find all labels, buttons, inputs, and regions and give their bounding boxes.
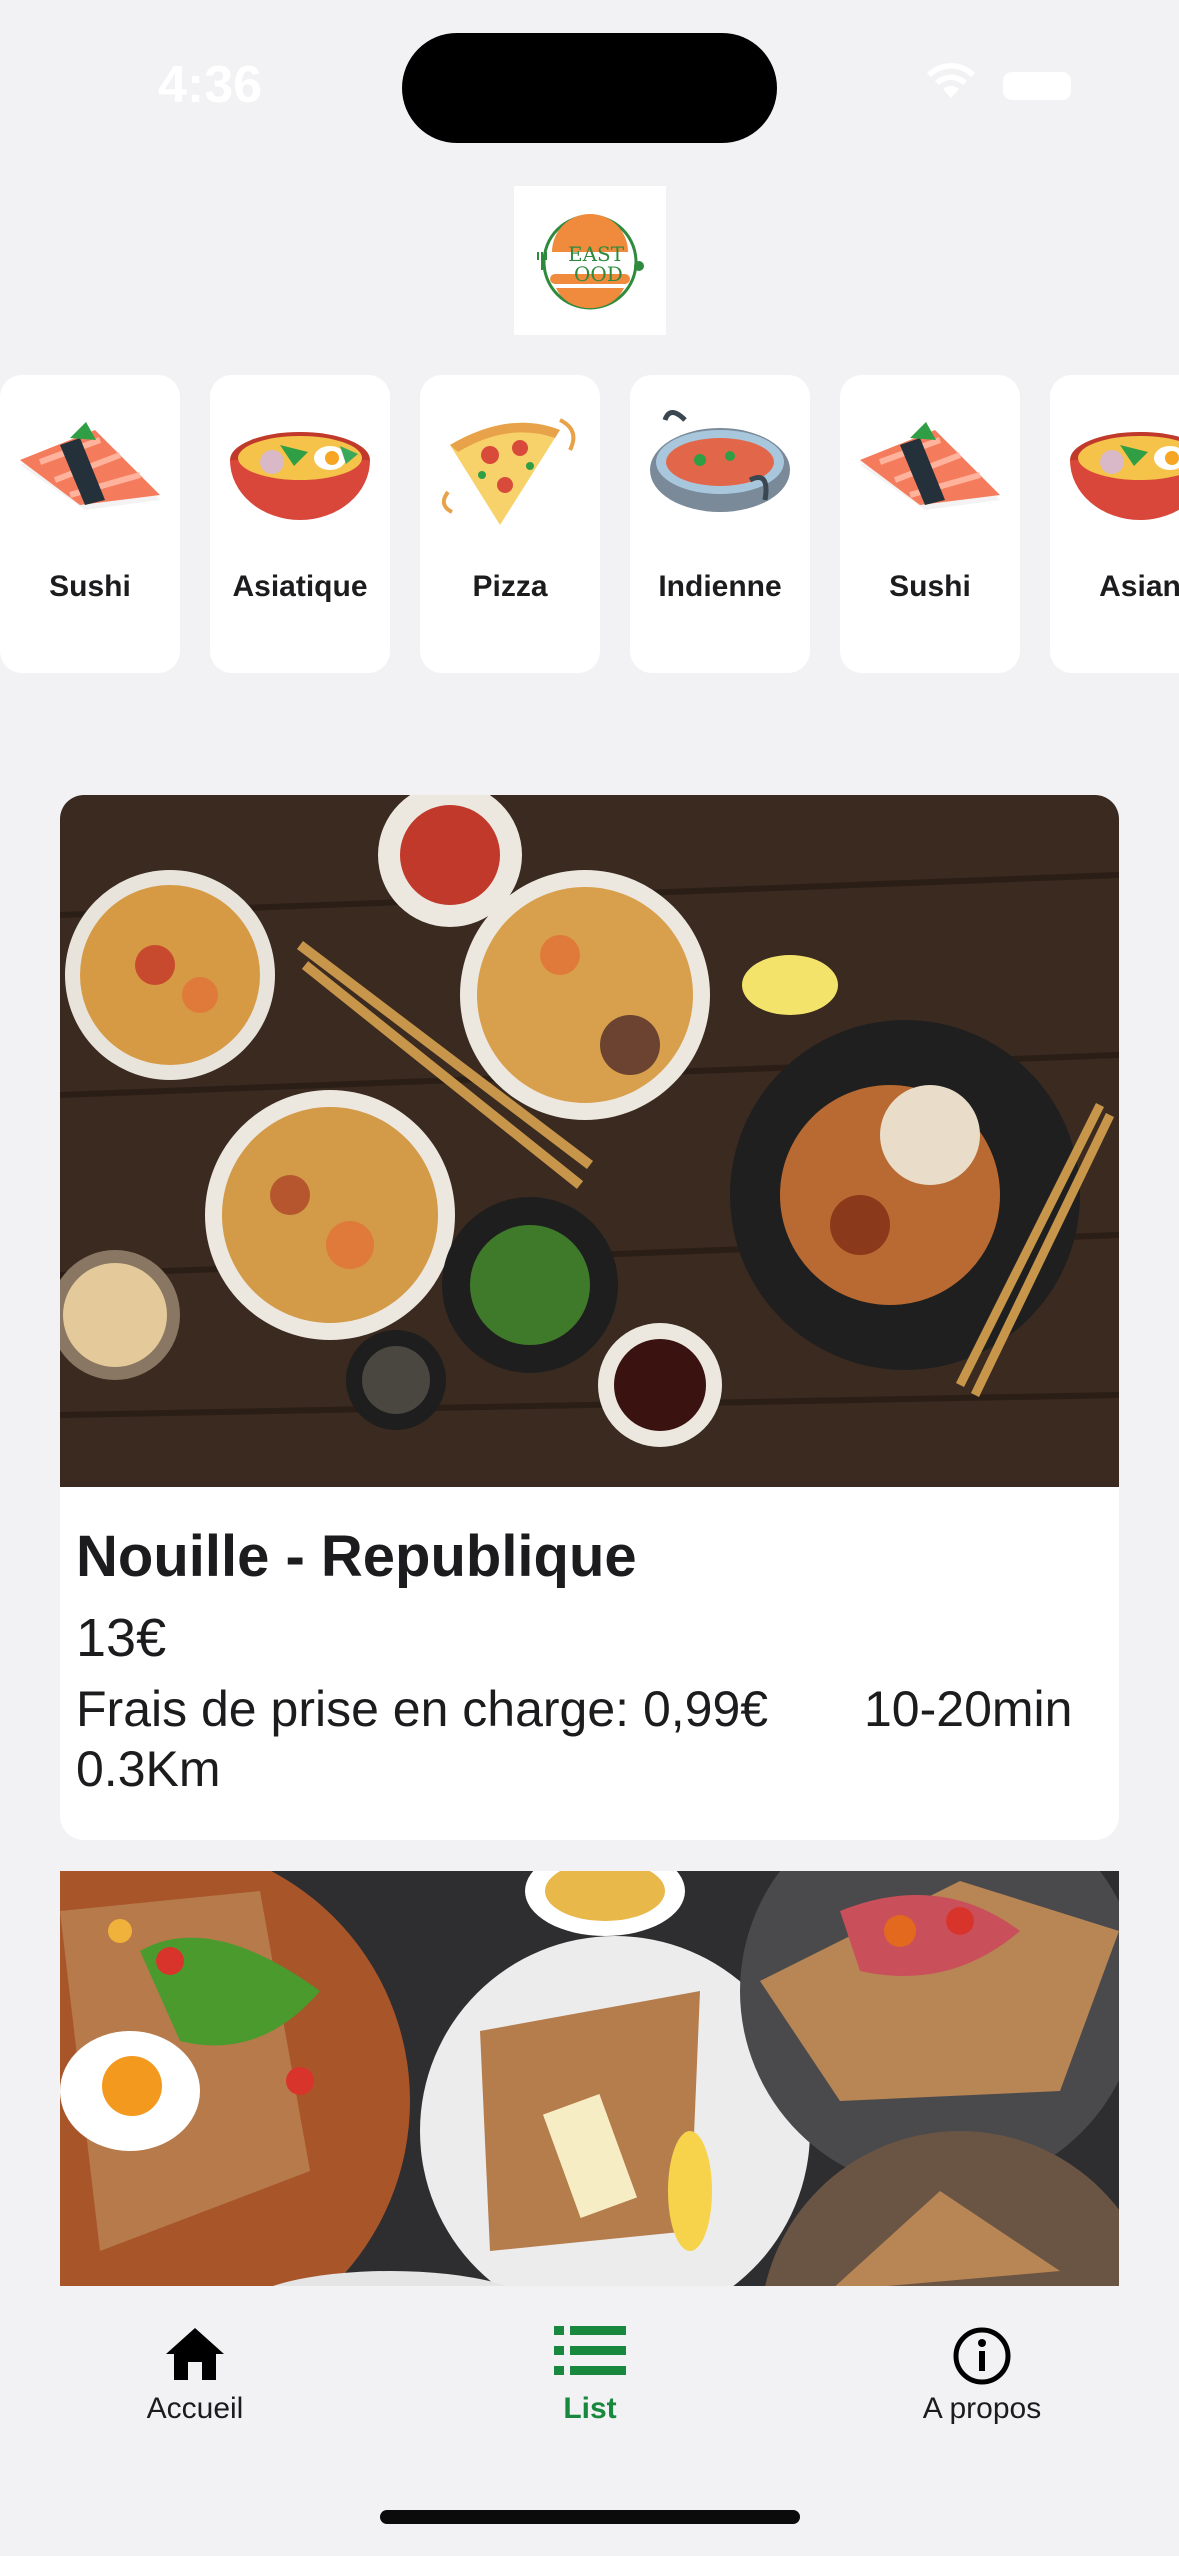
list-icon: [554, 2326, 626, 2375]
restaurant-name: Nouille - Republique: [76, 1524, 637, 1589]
category-card-indienne[interactable]: Indienne: [630, 375, 810, 673]
category-label: Pizza: [472, 570, 548, 603]
ramen-bowl-icon: [230, 432, 370, 520]
home-indicator: [380, 2510, 800, 2524]
category-label: Sushi: [889, 570, 971, 603]
category-card-pizza[interactable]: Pizza: [420, 375, 600, 673]
tab-label-list: List: [563, 2392, 617, 2425]
curry-pot-icon: [650, 410, 790, 512]
dynamic-island: [402, 33, 777, 143]
tab-accueil[interactable]: Accueil: [45, 2326, 345, 2446]
tab-list[interactable]: List: [440, 2326, 740, 2446]
sushi-icon: [20, 422, 160, 510]
category-label: Sushi: [49, 570, 131, 603]
status-time: 4:36: [158, 56, 263, 114]
status-bar: 4:36: [0, 0, 1179, 170]
category-card-asiatique[interactable]: Asiatique: [210, 375, 390, 673]
home-icon: [166, 2328, 224, 2380]
crepes-photo: [60, 1871, 1119, 2291]
noodles-photo: [60, 795, 1119, 1487]
restaurant-price: 13€: [76, 1608, 167, 1668]
restaurant-distance: 0.3Km: [76, 1741, 221, 1797]
tab-label-a-propos: A propos: [922, 2392, 1042, 2425]
tab-a-propos[interactable]: A propos: [832, 2326, 1132, 2446]
ramen-bowl-icon: [1070, 432, 1179, 520]
category-label: Asian: [1099, 570, 1179, 603]
info-icon: [953, 2327, 1011, 2385]
restaurant-card[interactable]: Nouille - Republique 13€ Frais de prise …: [60, 795, 1119, 1840]
delivery-fee: Frais de prise en charge: 0,99€: [76, 1681, 769, 1737]
category-label: Asiatique: [232, 570, 368, 603]
logo-text-line2: OOD: [574, 262, 623, 286]
category-label: Indienne: [658, 570, 782, 603]
category-card-sushi[interactable]: Sushi: [0, 375, 180, 673]
battery-icon: [1003, 72, 1071, 100]
category-card-sushi-2[interactable]: Sushi: [840, 375, 1020, 673]
logo-text-line1: EAST: [568, 242, 625, 266]
sushi-icon: [860, 422, 1000, 510]
restaurant-card[interactable]: [60, 1871, 1119, 2291]
wifi-icon: [927, 63, 975, 98]
app-logo: EAST OOD: [514, 186, 666, 335]
category-card-asian[interactable]: Asian: [1050, 375, 1179, 673]
delivery-time: 10-20min: [864, 1681, 1073, 1737]
category-carousel[interactable]: Sushi Asiatique Pizza Indienne Sushi Asi…: [0, 375, 1179, 675]
tab-label-accueil: Accueil: [146, 2392, 244, 2425]
pizza-icon: [441, 418, 576, 525]
